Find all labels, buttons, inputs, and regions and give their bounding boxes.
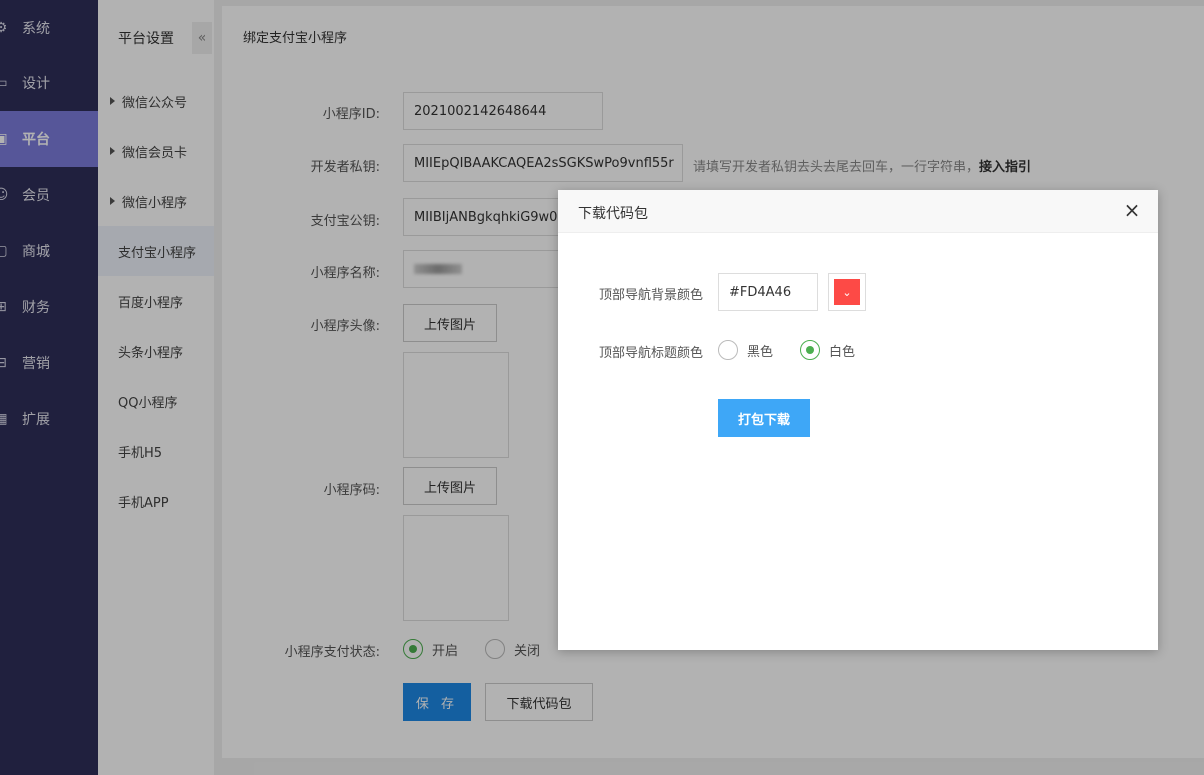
nav-title-color-label: 顶部导航标题颜色 xyxy=(598,346,703,361)
close-icon[interactable]: × xyxy=(1122,200,1142,220)
modal-title: 下载代码包 xyxy=(578,206,648,222)
modal-header: 下载代码包 × xyxy=(558,190,1158,233)
title-color-white-radio[interactable]: 白色 xyxy=(800,340,855,360)
radio-circle xyxy=(800,340,820,360)
color-picker-button[interactable]: ⌄ xyxy=(828,273,866,311)
nav-bg-color-input[interactable]: #FD4A46 xyxy=(718,273,818,311)
title-color-black-radio[interactable]: 黑色 xyxy=(718,340,773,360)
chevron-down-icon: ⌄ xyxy=(834,279,860,305)
radio-label: 白色 xyxy=(829,344,856,360)
pack-download-button[interactable]: 打包下载 xyxy=(718,399,810,437)
nav-bg-color-label: 顶部导航背景颜色 xyxy=(598,288,703,303)
radio-circle xyxy=(718,340,738,360)
download-package-modal: 下载代码包 × 顶部导航背景颜色 #FD4A46 ⌄ 顶部导航标题颜色 黑色 白… xyxy=(558,190,1158,650)
radio-label: 黑色 xyxy=(747,344,774,360)
